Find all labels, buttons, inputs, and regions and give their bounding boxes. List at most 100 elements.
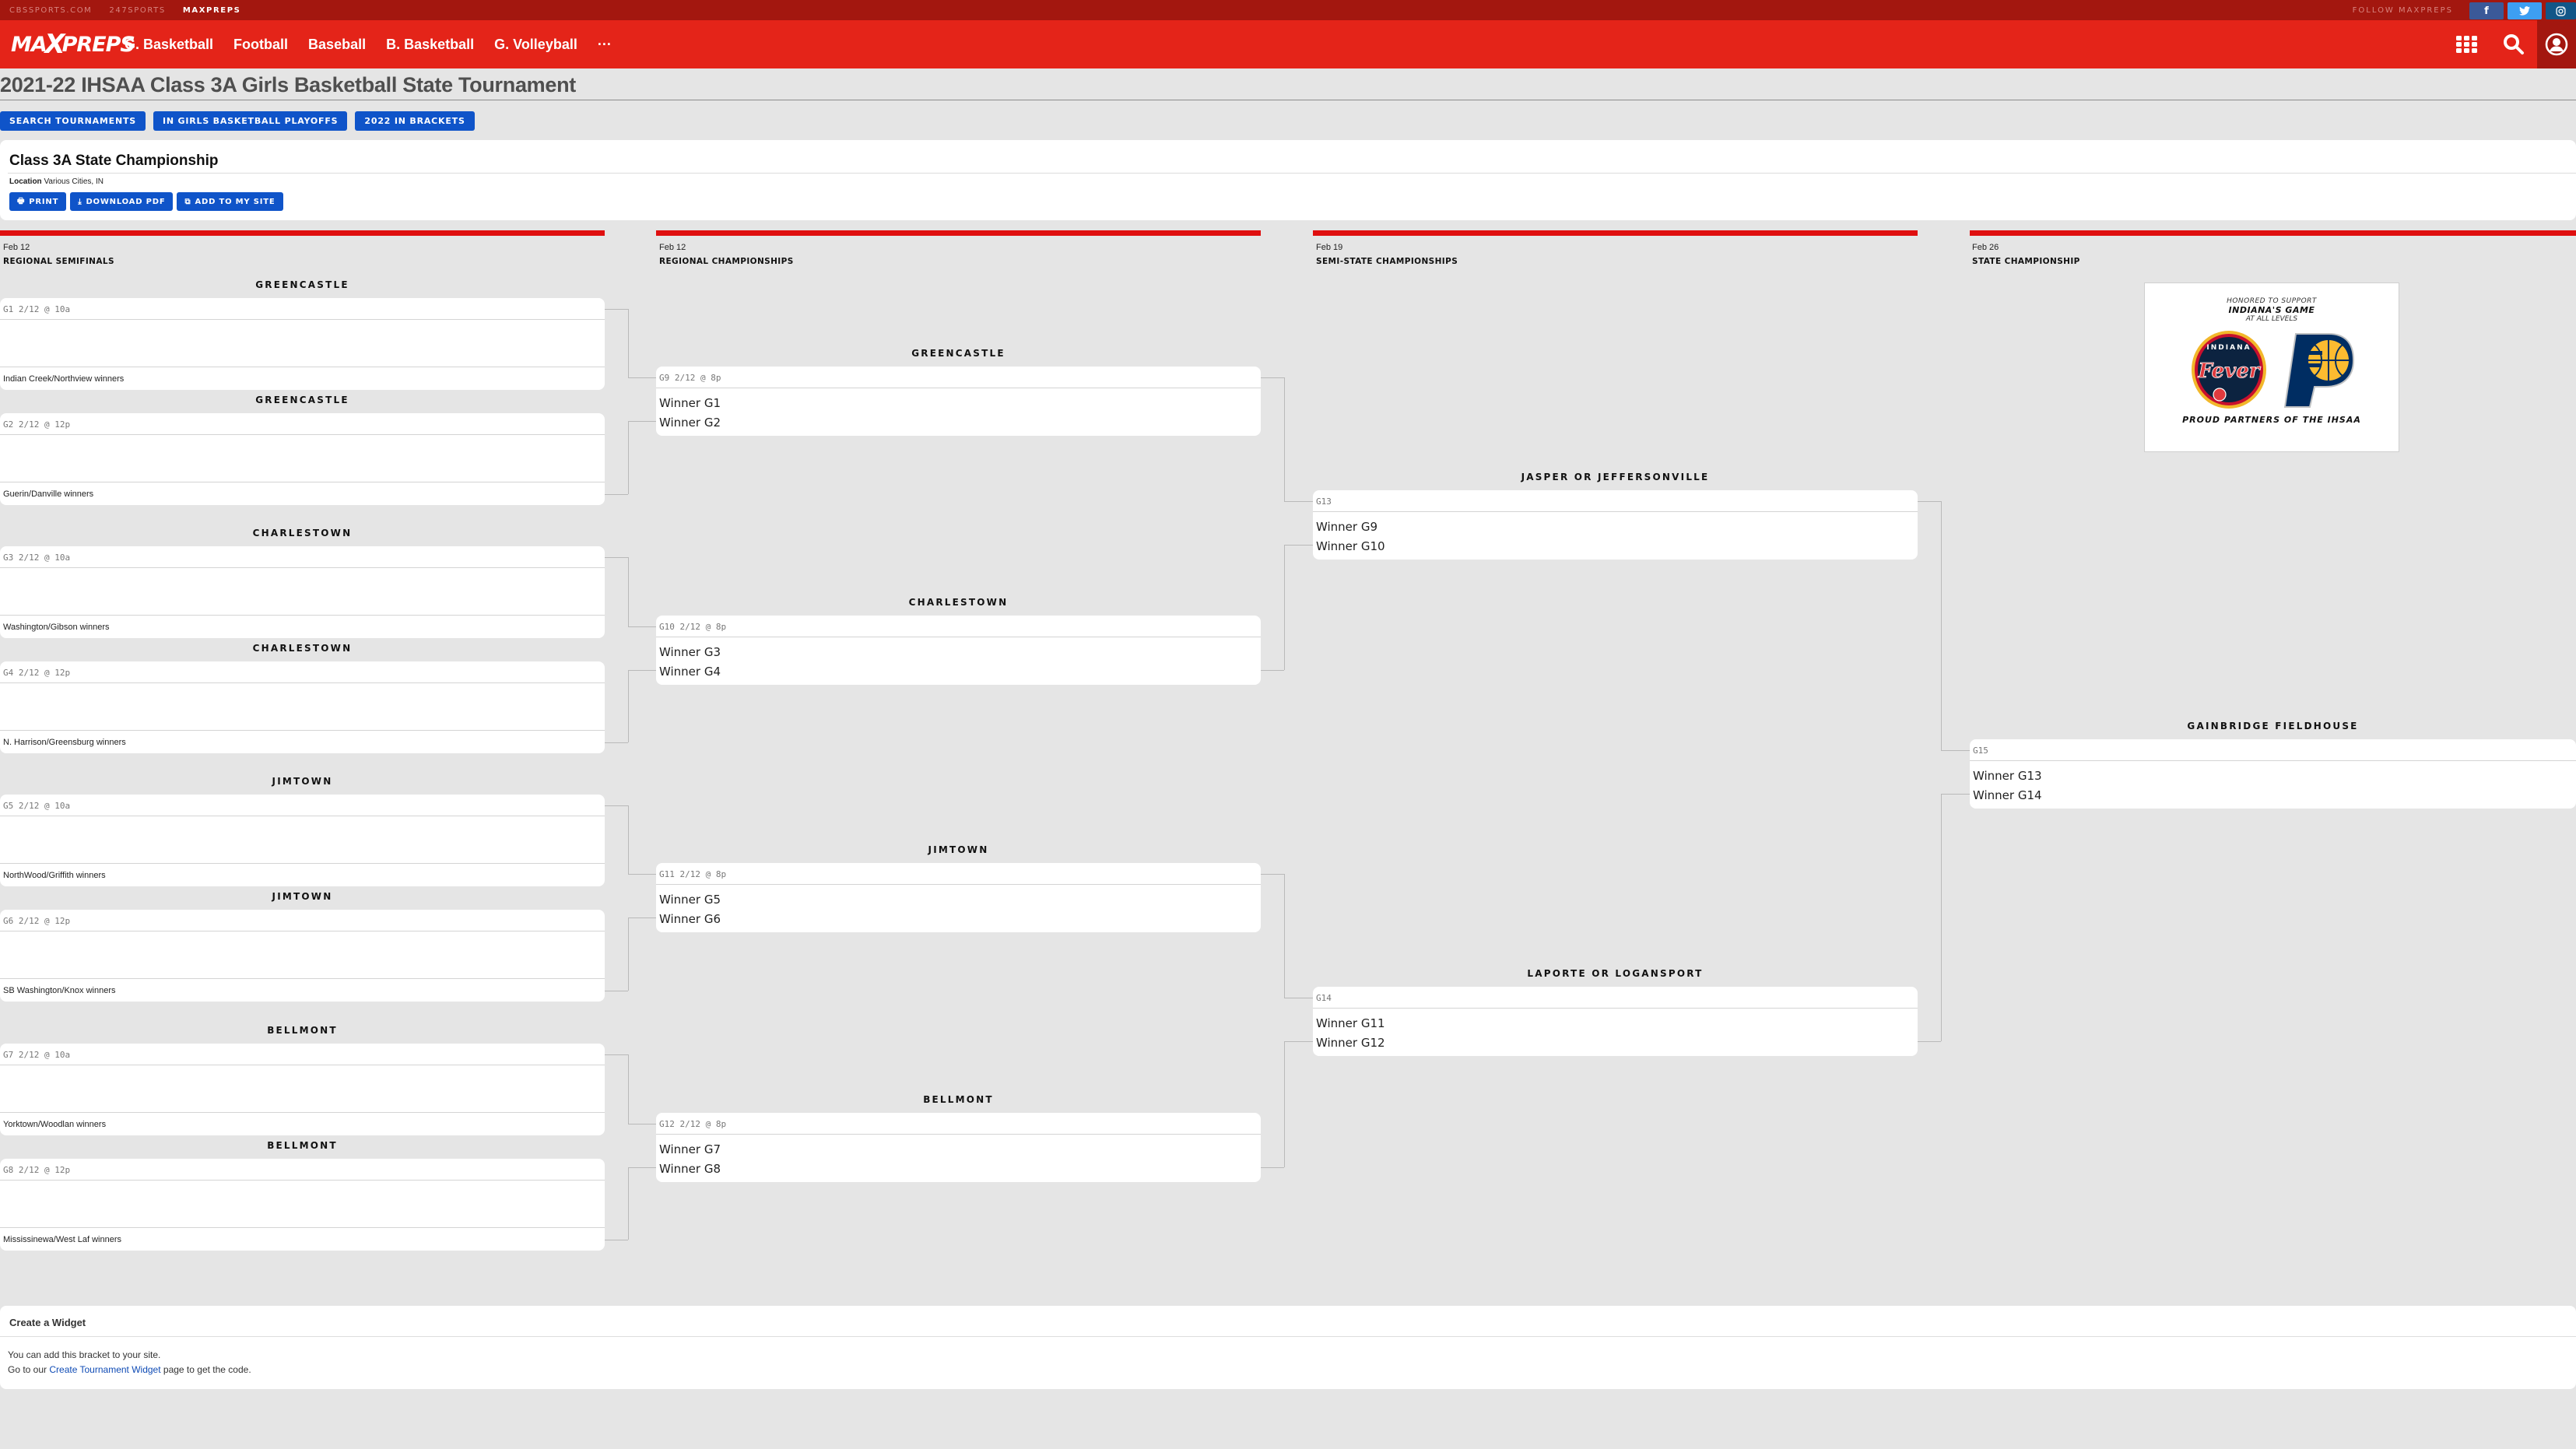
match-card-g1[interactable]: G1 2/12 @ 10a Indian Creek/Northview winn… xyxy=(0,298,605,390)
team-slot[interactable]: Indian Creek/Northview winners xyxy=(0,367,605,389)
connector-r1-1-line xyxy=(628,670,656,671)
connector-r1-0-line xyxy=(628,421,629,494)
match-card-g10[interactable]: G10 2/12 @ 8p Winner G3 Winner G4 xyxy=(656,616,1261,685)
location-line: Location Various Cities, IN xyxy=(9,177,104,186)
connector-r1-2-line xyxy=(628,874,656,875)
match-card-g2[interactable]: G2 2/12 @ 12p Guerin/Danville winners xyxy=(0,413,605,505)
apps-menu-button[interactable] xyxy=(2448,20,2487,68)
match-empty-slot xyxy=(0,932,605,979)
team-slot[interactable]: Winner G6 xyxy=(656,907,1261,927)
team-slot[interactable]: Winner G8 xyxy=(656,1157,1261,1177)
nav-item-baseball[interactable]: Baseball xyxy=(308,37,366,53)
site-label-g3: CHARLESTOWN xyxy=(252,528,353,539)
connector-r1-1-line xyxy=(605,742,628,743)
create-tournament-widget-link[interactable]: Create Tournament Widget xyxy=(49,1364,160,1375)
team-slot[interactable]: Winner G5 xyxy=(656,888,1261,907)
connector-r1-2-line xyxy=(605,805,628,806)
match-empty-slot xyxy=(0,568,605,616)
team-slot[interactable]: Winner G14 xyxy=(1970,784,2576,803)
team-slot[interactable]: Winner G13 xyxy=(1970,764,2576,784)
fever-wordmark: Fever xyxy=(2198,360,2262,383)
round-4-date: Feb 26 xyxy=(1972,243,1999,252)
match-card-g15[interactable]: G15 Winner G13 Winner G14 xyxy=(1970,739,2576,809)
site-label-g15: GAINBRIDGE FIELDHOUSE xyxy=(2187,721,2359,732)
match-header: G14 xyxy=(1313,987,1918,1009)
sponsor-ad[interactable]: HONORED TO SUPPORT INDIANA'S GAME AT ALL… xyxy=(2144,282,2399,452)
match-header: G10 2/12 @ 8p xyxy=(656,616,1261,637)
match-card-g5[interactable]: G5 2/12 @ 10a NorthWood/Griffith winners xyxy=(0,795,605,886)
search-icon xyxy=(2504,34,2524,54)
connector-r2-1-line xyxy=(1261,874,1284,875)
download-pdf-label: DOWNLOAD PDF xyxy=(86,197,166,206)
match-card-g11[interactable]: G11 2/12 @ 8p Winner G5 Winner G6 xyxy=(656,863,1261,932)
team-slot[interactable]: Guerin/Danville winners xyxy=(0,482,605,504)
account-button[interactable] xyxy=(2537,20,2576,68)
widget-description: You can add this bracket to your site. xyxy=(8,1349,161,1360)
team-slot[interactable]: Winner G4 xyxy=(656,660,1261,679)
connector-r2-1-line xyxy=(1284,874,1285,998)
nav-item-b-basketball[interactable]: B. Basketball xyxy=(386,37,474,53)
maxpreps-logo[interactable]: MAXPREPS xyxy=(11,30,135,60)
match-empty-slot xyxy=(0,1181,605,1228)
nav-item-football[interactable]: Football xyxy=(233,37,288,53)
connector-r1-1-line xyxy=(605,557,628,558)
connector-r3-line xyxy=(1941,794,1970,795)
divider xyxy=(0,1336,2576,1337)
twitter-button[interactable] xyxy=(2508,2,2542,19)
search-button[interactable] xyxy=(2494,20,2533,68)
team-slot[interactable]: Winner G2 xyxy=(656,411,1261,430)
connector-r1-3-line xyxy=(605,1054,628,1055)
connector-r1-1-line xyxy=(628,626,656,627)
site-label-g5: JIMTOWN xyxy=(272,776,333,787)
instagram-button[interactable] xyxy=(2546,2,2576,19)
network-link-247sports[interactable]: 247SPORTS xyxy=(109,6,165,15)
team-slot[interactable]: Yorktown/Woodlan winners xyxy=(0,1113,605,1135)
brackets-2022-button[interactable]: 2022 IN BRACKETS xyxy=(355,111,475,131)
site-label-g1: GREENCASTLE xyxy=(255,279,349,290)
round-1-name: REGIONAL SEMIFINALS xyxy=(3,257,114,266)
add-to-my-site-button[interactable]: ⧉ ADD TO MY SITE xyxy=(177,192,283,211)
match-card-g8[interactable]: G8 2/12 @ 12p Mississinewa/West Laf winne… xyxy=(0,1159,605,1251)
match-card-g6[interactable]: G6 2/12 @ 12p SB Washington/Knox winners xyxy=(0,910,605,1002)
match-card-g4[interactable]: G4 2/12 @ 12p N. Harrison/Greensburg winn… xyxy=(0,661,605,753)
team-slot[interactable]: SB Washington/Knox winners xyxy=(0,979,605,1001)
search-tournaments-button[interactable]: SEARCH TOURNAMENTS xyxy=(0,111,146,131)
network-link-cbssports[interactable]: CBSSPORTS.COM xyxy=(9,6,92,15)
team-slot[interactable]: Winner G12 xyxy=(1313,1031,1918,1051)
team-slot[interactable]: Winner G3 xyxy=(656,640,1261,660)
team-slot[interactable]: Winner G11 xyxy=(1313,1012,1918,1031)
team-slot[interactable]: NorthWood/Griffith winners xyxy=(0,864,605,886)
print-button[interactable]: 🖶 PRINT xyxy=(9,192,67,211)
match-header: G9 2/12 @ 8p xyxy=(656,367,1261,388)
connector-r1-2-line xyxy=(628,917,656,918)
network-link-maxpreps[interactable]: MAXPREPS xyxy=(183,6,241,15)
nav-item-g-volleyball[interactable]: G. Volleyball xyxy=(494,37,577,53)
connector-r1-0-line xyxy=(628,309,629,377)
match-card-g13[interactable]: G13 Winner G9 Winner G10 xyxy=(1313,490,1918,560)
instagram-icon xyxy=(2556,5,2566,16)
round-3-bar xyxy=(1313,230,1918,236)
match-card-g7[interactable]: G7 2/12 @ 10a Yorktown/Woodlan winners xyxy=(0,1044,605,1135)
nav-more-button[interactable]: ··· xyxy=(598,37,612,53)
download-pdf-button[interactable]: ⤓ DOWNLOAD PDF xyxy=(70,192,174,211)
team-slot[interactable]: Winner G7 xyxy=(656,1138,1261,1157)
team-slot[interactable]: Washington/Gibson winners xyxy=(0,616,605,637)
girls-basketball-playoffs-button[interactable]: IN GIRLS BASKETBALL PLAYOFFS xyxy=(153,111,348,131)
team-list: Winner G3 Winner G4 xyxy=(656,637,1261,679)
add-to-my-site-label: ADD TO MY SITE xyxy=(195,197,275,206)
match-card-g3[interactable]: G3 2/12 @ 10a Washington/Gibson winners xyxy=(0,546,605,638)
connector-r1-0-line xyxy=(605,309,628,310)
nav-item-g-basketball[interactable]: G. Basketball xyxy=(125,37,213,53)
team-slot[interactable]: Winner G1 xyxy=(656,391,1261,411)
team-slot[interactable]: Winner G10 xyxy=(1313,535,1918,554)
match-card-g12[interactable]: G12 2/12 @ 8p Winner G7 Winner G8 xyxy=(656,1113,1261,1182)
match-card-g9[interactable]: G9 2/12 @ 8p Winner G1 Winner G2 xyxy=(656,367,1261,436)
match-header: G4 2/12 @ 12p xyxy=(0,661,605,683)
team-slot[interactable]: N. Harrison/Greensburg winners xyxy=(0,731,605,753)
team-slot[interactable]: Winner G9 xyxy=(1313,515,1918,535)
divider xyxy=(8,173,2576,174)
team-slot[interactable]: Mississinewa/West Laf winners xyxy=(0,1228,605,1250)
round-1-bar xyxy=(0,230,605,236)
facebook-button[interactable]: f xyxy=(2469,2,2504,19)
match-card-g14[interactable]: G14 Winner G11 Winner G12 xyxy=(1313,987,1918,1056)
